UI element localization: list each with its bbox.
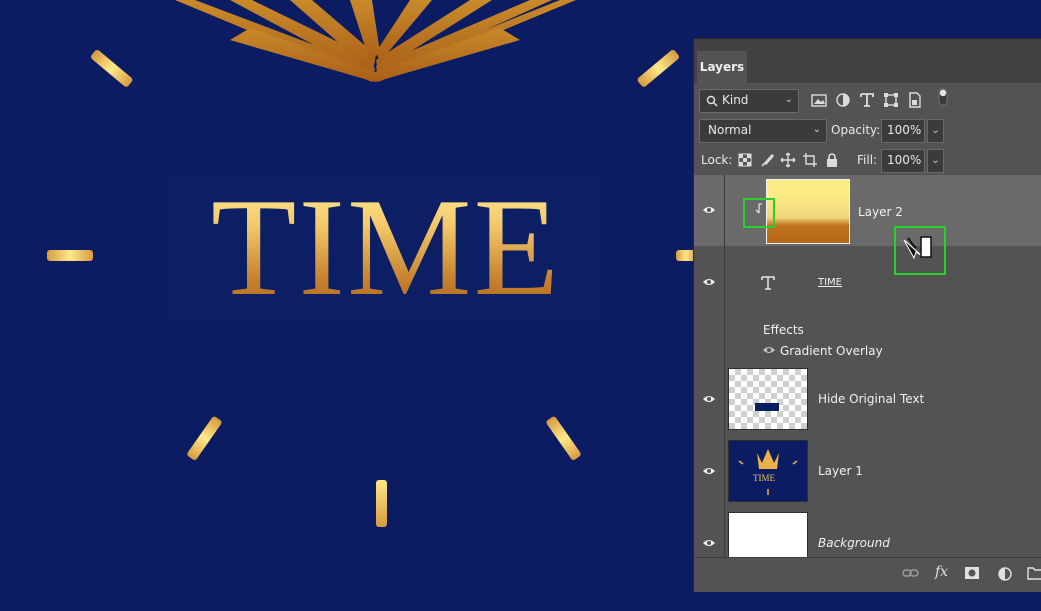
lock-position-icon[interactable] xyxy=(780,152,796,168)
clipping-indicator-highlight xyxy=(743,198,775,228)
layer-thumbnail xyxy=(766,179,850,244)
blend-row: Normal ⌄ Opacity: 100% ⌄ xyxy=(694,115,1041,147)
layer-thumbnail xyxy=(728,368,808,430)
opacity-value: 100% xyxy=(887,123,922,137)
eye-icon xyxy=(703,468,715,474)
layer-row-time[interactable]: TIME Effects Gradient Overlay xyxy=(694,246,1041,364)
eye-icon xyxy=(703,540,715,546)
visibility-toggle[interactable] xyxy=(694,363,725,435)
opacity-dropdown-button[interactable]: ⌄ xyxy=(927,119,944,143)
type-layer-icon xyxy=(761,276,775,290)
layer-row-hide-original-text[interactable]: Hide Original Text xyxy=(694,363,1041,436)
lock-image-icon[interactable] xyxy=(759,152,775,168)
image-filter-icon[interactable] xyxy=(810,91,828,109)
blend-mode-select[interactable]: Normal ⌄ xyxy=(699,119,827,143)
fill-dropdown-button[interactable]: ⌄ xyxy=(927,149,944,173)
layer-row-layer-1[interactable]: TIME Layer 1 xyxy=(694,435,1041,508)
effect-visibility-icon[interactable] xyxy=(762,345,776,355)
fx-icon[interactable]: fx xyxy=(935,564,948,580)
layers-bottom-toolbar: fx xyxy=(694,557,1041,592)
layer-name[interactable]: Background xyxy=(818,536,890,550)
eye-icon xyxy=(703,279,715,285)
visibility-toggle[interactable] xyxy=(694,246,725,363)
clip-cursor-icon xyxy=(903,236,932,260)
fill-label: Fill: xyxy=(857,153,878,167)
search-icon xyxy=(706,95,718,107)
eye-icon xyxy=(703,207,715,213)
eye-icon xyxy=(703,396,715,402)
blend-mode-value: Normal xyxy=(708,123,752,137)
folder-icon[interactable] xyxy=(1027,566,1041,580)
thumbnail-time-text: TIME xyxy=(753,473,775,483)
layers-panel: Layers Kind ⌄ Normal ⌄ Opacity: 100% ⌄ L… xyxy=(693,38,1041,592)
mask-icon[interactable] xyxy=(964,566,980,580)
adjustment-icon[interactable] xyxy=(997,566,1013,582)
layer-name[interactable]: Hide Original Text xyxy=(818,392,924,406)
layer-name[interactable]: Layer 2 xyxy=(858,205,903,219)
visibility-toggle[interactable] xyxy=(694,435,725,507)
crown-rays xyxy=(175,0,576,82)
adjustment-filter-icon[interactable] xyxy=(834,91,852,109)
lock-transparent-icon[interactable] xyxy=(737,152,753,168)
shape-filter-icon[interactable] xyxy=(882,91,900,109)
link-icon[interactable] xyxy=(902,566,920,580)
opacity-input[interactable]: 100% xyxy=(881,119,925,143)
chevron-down-icon: ⌄ xyxy=(784,94,793,105)
layer-row-background[interactable]: Background xyxy=(694,507,1041,557)
thumbnail-shape xyxy=(755,403,779,411)
effects-label: Effects xyxy=(763,323,804,337)
fill-input[interactable]: 100% xyxy=(881,149,925,173)
cursor-highlight xyxy=(894,226,946,275)
filter-row: Kind ⌄ xyxy=(694,83,1041,115)
layer-thumbnail xyxy=(728,512,808,557)
time-title-text: TIME xyxy=(170,175,602,320)
visibility-toggle[interactable] xyxy=(694,175,725,246)
visibility-toggle[interactable] xyxy=(694,507,725,557)
smartobject-filter-icon[interactable] xyxy=(906,91,924,109)
opacity-label: Opacity: xyxy=(831,123,881,137)
panel-tabbar: Layers xyxy=(694,39,1041,83)
lock-all-icon[interactable] xyxy=(824,152,840,168)
lock-artboard-icon[interactable] xyxy=(802,152,818,168)
gradient-overlay-effect[interactable]: Gradient Overlay xyxy=(780,344,883,358)
layers-list: Layer 2 TIME Effects Gradient Overlay Hi… xyxy=(694,175,1041,557)
type-filter-icon[interactable] xyxy=(858,91,876,109)
fill-value: 100% xyxy=(887,153,922,167)
layer-name[interactable]: Layer 1 xyxy=(818,464,863,478)
lock-label: Lock: xyxy=(701,153,733,167)
tab-layers[interactable]: Layers xyxy=(697,51,747,83)
thumbnail-crown-art xyxy=(738,449,798,495)
filter-kind-select[interactable]: Kind ⌄ xyxy=(699,89,799,113)
filter-kind-label: Kind xyxy=(722,93,749,107)
layer-thumbnail: TIME xyxy=(728,440,808,502)
lock-row: Lock: Fill: 100% ⌄ xyxy=(694,145,1041,175)
layer-name[interactable]: TIME xyxy=(818,277,842,288)
filter-toggle-icon[interactable] xyxy=(934,88,952,106)
chevron-down-icon: ⌄ xyxy=(812,124,821,135)
